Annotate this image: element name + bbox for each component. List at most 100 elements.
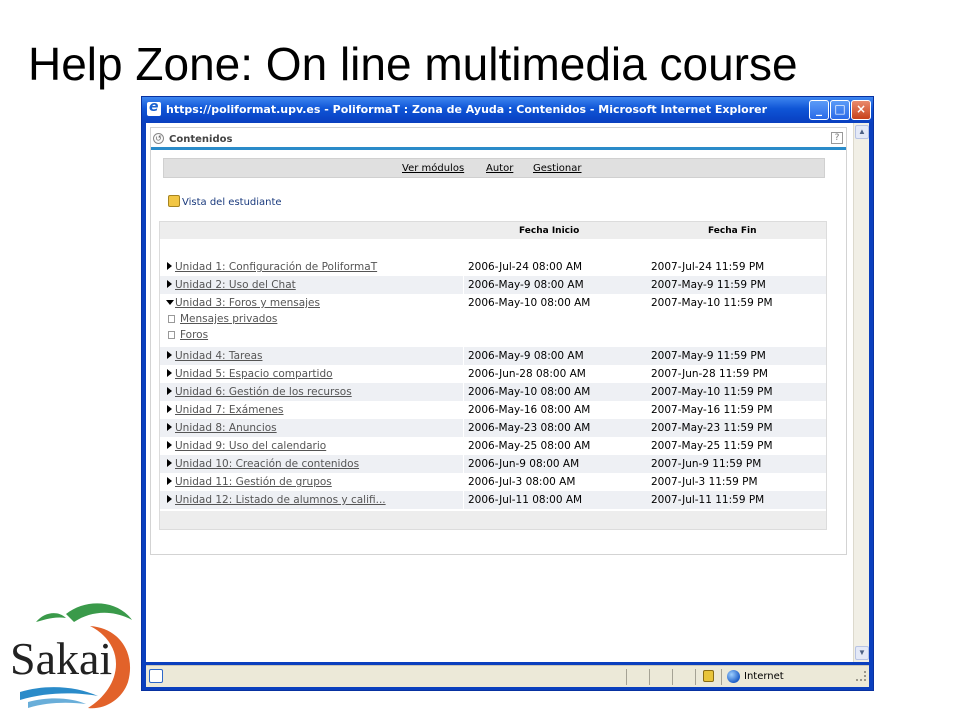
status-divider [695,669,696,685]
expand-arrow-icon[interactable] [167,495,172,503]
scroll-up-icon[interactable]: ▲ [855,125,869,139]
page-icon [168,315,175,323]
end-date: 2007-May-10 11:59 PM [651,297,773,309]
logo-wave-small [28,698,86,708]
table-row: Unidad 11: Gestión de grupos 2006-Jul-3 … [160,473,826,491]
slide-title: Help Zone: On line multimedia course [28,38,798,90]
column-divider [463,419,464,437]
end-date: 2007-Jul-24 11:59 PM [651,261,765,273]
globe-icon [727,670,740,683]
tool-menu: Ver módulos Autor Gestionar [163,158,825,178]
vertical-scrollbar[interactable]: ▲ ▼ [853,123,869,662]
expand-arrow-icon[interactable] [167,405,172,413]
toolbar-gestionar[interactable]: Gestionar [533,163,582,174]
table-header: Fecha Inicio Fecha Fin [160,222,826,239]
unit-link[interactable]: Unidad 12: Listado de alumnos y califi..… [175,494,386,506]
expand-arrow-icon[interactable] [167,477,172,485]
expand-arrow-icon[interactable] [167,459,172,467]
minimize-button[interactable]: _ [809,100,829,120]
end-date: 2007-May-16 11:59 PM [651,404,773,416]
maximize-button[interactable]: □ [830,100,850,120]
help-icon[interactable]: ? [831,132,843,144]
table-row: Unidad 8: Anuncios 2006-May-23 08:00 AM … [160,419,826,437]
unit-link[interactable]: Unidad 7: Exámenes [175,404,283,416]
start-date: 2006-May-23 08:00 AM [468,422,591,434]
expand-arrow-icon[interactable] [167,387,172,395]
start-date: 2006-May-10 08:00 AM [468,386,591,398]
security-zone: Internet [744,671,784,682]
table-row: Unidad 4: Tareas 2006-May-9 08:00 AM 200… [160,347,826,365]
expand-arrow-icon[interactable] [167,280,172,288]
end-date: 2007-May-25 11:59 PM [651,440,773,452]
end-date: 2007-May-9 11:59 PM [651,279,766,291]
end-date: 2007-Jul-3 11:59 PM [651,476,758,488]
table-row: Unidad 12: Listado de alumnos y califi..… [160,491,826,509]
unit-link[interactable]: Unidad 11: Gestión de grupos [175,476,332,488]
expand-arrow-icon[interactable] [167,423,172,431]
window-titlebar[interactable]: https://poliformat.upv.es - PoliformaT :… [142,97,873,123]
end-date: 2007-Jun-28 11:59 PM [651,368,768,380]
sub-item-link[interactable]: Mensajes privados [180,313,277,325]
minimize-icon: _ [816,102,822,116]
column-divider [463,383,464,401]
start-date: 2006-May-9 08:00 AM [468,350,584,362]
unit-link[interactable]: Unidad 5: Espacio compartido [175,368,333,380]
page-icon [168,331,175,339]
toolbar-ver-modulos[interactable]: Ver módulos [402,163,464,174]
table-footer [160,511,826,529]
table-row: Unidad 3: Foros y mensajes 2006-May-10 0… [160,294,826,312]
col-fecha-fin: Fecha Fin [708,226,757,236]
expand-arrow-icon[interactable] [167,369,172,377]
start-date: 2006-Jul-3 08:00 AM [468,476,576,488]
unit-link[interactable]: Unidad 3: Foros y mensajes [175,297,320,309]
expand-arrow-icon[interactable] [167,262,172,270]
contenidos-portlet: ↺ Contenidos ? Ver módulos Autor Gestion… [150,127,847,555]
scroll-down-icon[interactable]: ▼ [855,646,869,660]
table-row: Unidad 10: Creación de contenidos 2006-J… [160,455,826,473]
start-date: 2006-May-16 08:00 AM [468,404,591,416]
collapse-arrow-icon[interactable] [166,300,174,305]
sakai-logo: Sakai [10,603,132,709]
unit-link[interactable]: Unidad 2: Uso del Chat [175,279,296,291]
table-row: Unidad 6: Gestión de los recursos 2006-M… [160,383,826,401]
table-row: Unidad 1: Configuración de PoliformaT 20… [160,258,826,276]
end-date: 2007-May-23 11:59 PM [651,422,773,434]
start-date: 2006-Jun-9 08:00 AM [468,458,580,470]
table-row: Unidad 2: Uso del Chat 2006-May-9 08:00 … [160,276,826,294]
lock-icon [703,670,714,682]
unit-link[interactable]: Unidad 8: Anuncios [175,422,277,434]
expand-arrow-icon[interactable] [167,441,172,449]
sub-item-link[interactable]: Foros [180,329,208,341]
table-row: Unidad 5: Espacio compartido 2006-Jun-28… [160,365,826,383]
start-date: 2006-May-25 08:00 AM [468,440,591,452]
start-date: 2006-Jun-28 08:00 AM [468,368,586,380]
unit-link[interactable]: Unidad 6: Gestión de los recursos [175,386,352,398]
end-date: 2007-Jun-9 11:59 PM [651,458,762,470]
toolbar-autor[interactable]: Autor [486,163,513,174]
portlet-header: ↺ Contenidos ? [151,128,846,150]
column-divider [463,276,464,294]
expand-arrow-icon[interactable] [167,351,172,359]
student-view-link[interactable]: Vista del estudiante [168,195,282,208]
reset-icon[interactable]: ↺ [153,133,164,144]
logo-leaf [66,603,132,622]
start-date: 2006-May-9 08:00 AM [468,279,584,291]
browser-window: https://poliformat.upv.es - PoliformaT :… [141,96,874,691]
unit-link[interactable]: Unidad 1: Configuración de PoliformaT [175,261,377,273]
maximize-icon: □ [834,102,846,116]
logo-leaf-small [36,613,66,622]
unit-link[interactable]: Unidad 4: Tareas [175,350,262,362]
status-divider [672,669,673,685]
unit-link[interactable]: Unidad 10: Creación de contenidos [175,458,359,470]
resize-grip-icon[interactable] [856,671,866,681]
internet-explorer-icon [147,99,161,116]
table-row: Unidad 9: Uso del calendario 2006-May-25… [160,437,826,455]
close-button[interactable]: × [851,100,871,120]
col-fecha-inicio: Fecha Inicio [519,226,580,236]
unit-link[interactable]: Unidad 9: Uso del calendario [175,440,326,452]
column-divider [463,347,464,365]
start-date: 2006-Jul-11 08:00 AM [468,494,583,506]
status-divider [721,669,722,685]
status-divider [626,669,627,685]
student-view-label: Vista del estudiante [182,197,282,208]
